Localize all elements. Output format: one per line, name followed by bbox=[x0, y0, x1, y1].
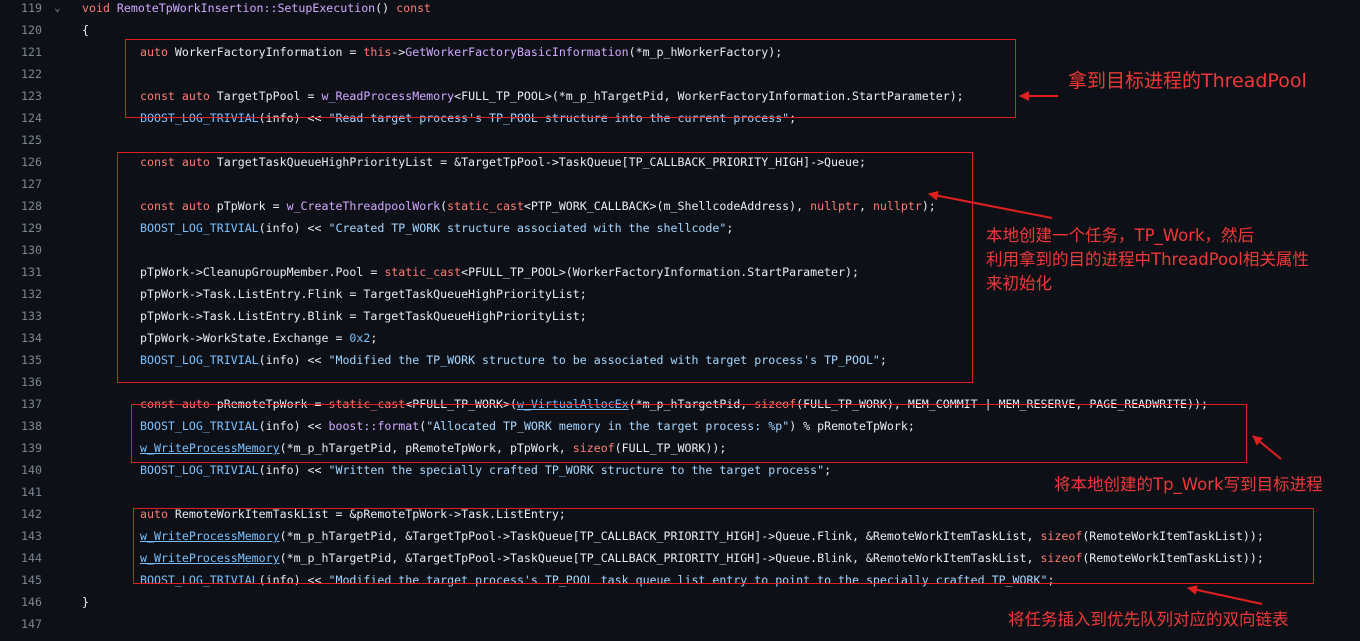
annotation-text-threadpool: 拿到目标进程的ThreadPool bbox=[1068, 70, 1307, 92]
arrow-3 bbox=[1252, 435, 1282, 460]
annotation-text-create-work-2: 利用拿到的目的进程中ThreadPool相关属性 bbox=[986, 250, 1309, 269]
annotation-text-create-work-1: 本地创建一个任务，TP_Work，然后 bbox=[986, 226, 1255, 245]
arrow-2 bbox=[928, 190, 1053, 219]
arrow-4 bbox=[1187, 585, 1263, 605]
annotation-arrows bbox=[928, 91, 1282, 605]
annotation-text-insert-list: 将任务插入到优先队列对应的双向链表 bbox=[1008, 610, 1289, 629]
annotation-text-write-work: 将本地创建的Tp_Work写到目标进程 bbox=[1054, 475, 1323, 494]
annotation-text-create-work-3: 来初始化 bbox=[986, 274, 1052, 293]
